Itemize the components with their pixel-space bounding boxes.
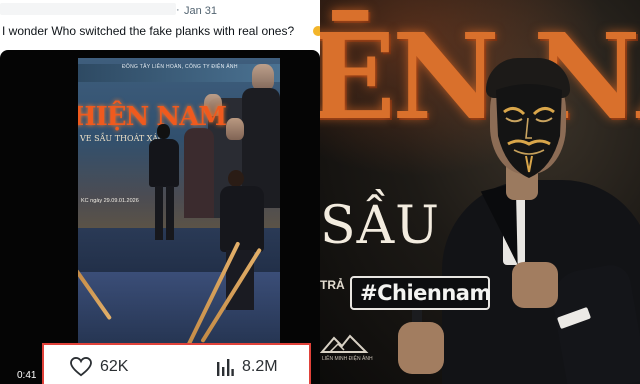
backdrop-small-text: TRẢ — [320, 278, 345, 292]
masked-man-head — [157, 124, 170, 139]
tweet-text: I wonder Who switched the fake planks wi… — [2, 24, 295, 38]
poster-release-date: KC ngày 29.09.01.2026 — [81, 198, 139, 204]
backdrop-subtitle: SẦU — [320, 196, 440, 256]
hashtag-sign: #Chiennam — [350, 276, 491, 310]
engagement-highlight-box: 62K 8.2M — [42, 343, 311, 384]
like-count: 62K — [100, 358, 129, 375]
guy-fawkes-mask-icon — [496, 84, 562, 178]
tweet-date[interactable]: Jan 31 — [184, 5, 217, 17]
tweet-header: · Jan 31 — [0, 0, 320, 22]
masked-man — [146, 124, 182, 242]
masked-man-leg — [155, 186, 163, 240]
raised-fist — [512, 262, 558, 308]
backdrop-title: ĒN NA — [320, 7, 640, 146]
redacted-author — [0, 3, 176, 15]
masked-man-body — [149, 139, 179, 187]
heart-icon[interactable] — [70, 357, 92, 377]
crew-body — [220, 186, 264, 252]
poster-actor-face — [226, 118, 244, 140]
hashtag-sign-text: #Chiennam — [360, 281, 491, 305]
studio-logo-icon — [320, 334, 369, 353]
bar-chart-icon[interactable] — [216, 357, 234, 377]
event-photo: ĒN NA SẦU TRẢ LIÊN MINH ĐIỆN ẢNH #Chienn… — [320, 0, 640, 384]
crew-head — [228, 170, 244, 187]
emoji-icon — [313, 26, 320, 36]
tweet-video[interactable]: ĐÔNG TÂY LIÊN HOÀN, CÔNG TY ĐIỆN ẢNH HIỆ… — [0, 50, 320, 384]
poster-studio-line: ĐÔNG TÂY LIÊN HOÀN, CÔNG TY ĐIỆN ẢNH — [122, 64, 238, 70]
tweet-panel: · Jan 31 I wonder Who switched the fake … — [0, 0, 320, 384]
poster-actor-face — [252, 64, 274, 90]
masked-man-leg — [166, 186, 174, 240]
poster-actor — [184, 128, 214, 218]
video-timestamp: 0:41 — [17, 370, 37, 381]
studio-logo-text: LIÊN MINH ĐIỆN ẢNH — [322, 356, 373, 362]
view-count: 8.2M — [242, 358, 278, 375]
video-frame: ĐÔNG TÂY LIÊN HOÀN, CÔNG TY ĐIỆN ẢNH HIỆ… — [78, 58, 280, 384]
hand-holding-sign — [398, 322, 444, 374]
crew-member — [214, 170, 274, 310]
separator-dot: · — [176, 4, 180, 16]
